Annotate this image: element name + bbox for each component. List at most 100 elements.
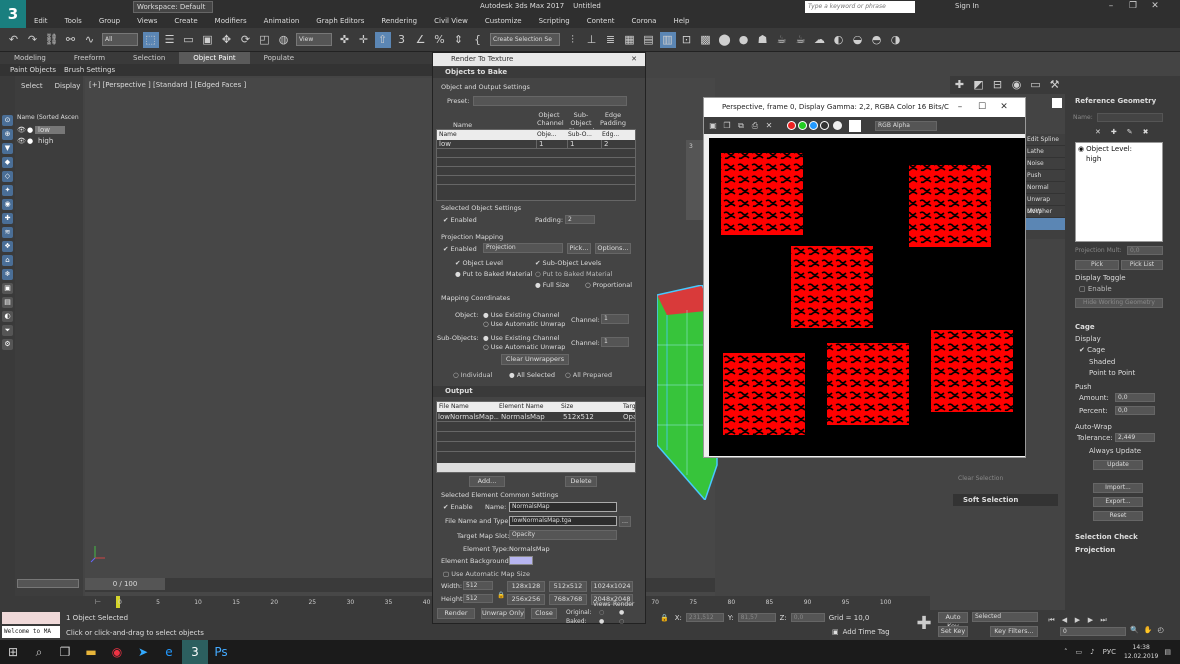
create-tab-icon[interactable]: ✚ [952,77,968,93]
menu-item-edit[interactable]: Edit [26,15,57,28]
search-input[interactable]: Type a keyword or phrase [805,1,915,13]
cameras-icon[interactable]: ◉ [2,199,13,210]
monochrome-icon[interactable] [833,121,842,130]
shaded-checkbox[interactable]: Shaded [1089,358,1115,366]
funnel-icon[interactable]: ⏷ [2,325,13,336]
all-selected-radio[interactable]: ● All Selected [509,371,555,379]
app-logo[interactable]: 3 [0,0,26,30]
select-by-name-icon[interactable]: ☰ [162,32,178,48]
utilities-tab-icon[interactable]: ⚒ [1047,77,1063,93]
col-obj[interactable]: Obje... [537,130,568,140]
size-1024-button[interactable]: 1024x1024 [591,581,633,592]
scale-icon[interactable]: ◰ [257,32,273,48]
mirror-icon[interactable]: ⫶ [565,32,581,48]
placement-icon[interactable]: ◍ [276,32,292,48]
undo-icon[interactable]: ↶ [6,32,22,48]
proj-enabled-checkbox[interactable]: ✔ Enabled [443,245,477,253]
tab-object-paint[interactable]: Object Paint [179,52,250,64]
photoshop-icon[interactable]: Ps [208,640,234,664]
put-to-baked-radio-1[interactable]: ● Put to Baked Material [455,270,532,278]
maxscript-listener-top[interactable] [2,612,60,624]
network-icon[interactable]: ▭ [1076,648,1083,656]
set-key-icon[interactable]: ✚ [912,612,936,636]
close-icon[interactable]: ✕ [1144,0,1166,13]
render-dot-icon[interactable]: ● [27,137,35,145]
menu-item-views[interactable]: Views [129,15,166,28]
red-channel-icon[interactable] [787,121,796,130]
key-filters-button[interactable]: Key Filters... [990,626,1038,637]
current-frame-field[interactable]: 0 [1060,627,1126,636]
padding-field[interactable]: 2 [565,215,595,224]
options-button[interactable]: Options... [595,243,631,254]
viewport-label[interactable]: [+] [Perspective ] [Standard ] [Edged Fa… [89,81,246,89]
edit-named-selection-icon[interactable]: { [470,32,486,48]
select-icon[interactable]: ⊙ [2,115,13,126]
tab-freeform[interactable]: Freeform [60,52,119,64]
element-bg-swatch[interactable] [509,556,533,565]
close-icon[interactable]: ✕ [631,53,637,66]
name-field[interactable] [1097,113,1163,122]
hierarchy-tab-icon[interactable]: ⊟ [990,77,1006,93]
table-row[interactable] [437,149,635,158]
schematic-view-icon[interactable]: ▩ [698,32,714,48]
eye-icon[interactable]: 👁 [17,126,27,134]
ribbon-icon[interactable]: ▤ [641,32,657,48]
task-view-icon[interactable]: ❐ [52,640,78,664]
percent-snap-icon[interactable]: % [432,32,448,48]
invert-icon[interactable]: ◐ [2,311,13,322]
preset-dropdown[interactable] [473,96,627,106]
bind-space-warp-icon[interactable]: ∿ [82,32,98,48]
scene-explorer-icon[interactable]: ▦ [622,32,638,48]
browse-button[interactable]: ... [619,516,631,527]
next-frame-icon[interactable]: ▶ [1086,612,1096,628]
layer-explorer-icon[interactable]: ▥ [659,31,676,48]
motion-tab-icon[interactable]: ◉ [1009,77,1025,93]
export-button[interactable]: Export... [1093,497,1143,507]
reset-button[interactable]: Reset [1093,511,1143,521]
file-name-field[interactable]: lowNormalsMap.tga [509,516,617,526]
notifications-icon[interactable]: ▤ [1164,648,1171,656]
menu-item-help[interactable]: Help [665,15,698,28]
corona-render-icon[interactable]: ◓ [869,32,885,48]
target-slot-dropdown[interactable]: Opacity [509,530,617,540]
channel-dropdown-2[interactable]: 1 [601,337,629,347]
frozen-icon[interactable]: ❄ [2,269,13,280]
object-color-swatch[interactable] [1052,98,1062,108]
time-slider-thumb[interactable]: 0 / 100 [85,578,165,590]
maximize-icon[interactable]: ❐ [1122,0,1144,13]
material-editor-icon[interactable]: ⬤ [717,32,733,48]
sub-object-levels-checkbox[interactable]: ✔ Sub-Object Levels [535,259,601,267]
select-object-icon[interactable]: ⬚ [142,31,159,48]
maxscript-listener-input[interactable]: Welcome to MA [2,626,60,638]
layers-icon[interactable]: ▤ [2,297,13,308]
list-item[interactable]: high [1076,155,1162,163]
shapes-icon[interactable]: ◇ [2,171,13,182]
tab-select[interactable]: Select [21,82,43,90]
lights-icon[interactable]: ✦ [2,185,13,196]
add-icon[interactable]: ✚ [1111,128,1117,136]
proj-mult-field[interactable]: 0,0 [1127,246,1163,255]
scene-item-low[interactable]: low [35,126,65,134]
objects-to-bake-rollout[interactable]: Objects to Bake [433,67,645,78]
close-icon[interactable]: ✕ [993,101,1015,114]
scene-scrollbar[interactable] [17,579,79,588]
delete-button[interactable]: Delete [565,476,597,487]
render-production-icon[interactable]: ☕ [774,32,790,48]
menu-item-graph-editors[interactable]: Graph Editors [308,15,373,28]
swatch-icon[interactable] [849,119,861,132]
link-icon[interactable]: ⛓ [44,32,60,48]
orbit-icon[interactable]: ◴ [1157,626,1163,634]
output-hscrollbar[interactable] [437,463,635,472]
save-image-icon[interactable]: ▣ [708,118,719,134]
modifier-item[interactable]: Noise [1025,158,1065,170]
cage-checkbox[interactable]: ✔ Cage [1079,346,1105,354]
rendered-image-canvas[interactable] [709,138,1025,456]
use-auto-map-size-checkbox[interactable]: ▢ Use Automatic Map Size [443,570,530,578]
minimize-icon[interactable]: – [949,101,971,114]
display-none-icon[interactable]: ⊕ [2,129,13,140]
render-iterative-icon[interactable]: ☕ [793,32,809,48]
full-size-radio[interactable]: ● Full Size [535,281,569,289]
redo-icon[interactable]: ↷ [25,32,41,48]
lock-icon[interactable]: 🔒 [660,614,669,622]
add-time-tag[interactable]: ▣ Add Time Tag [832,628,890,636]
